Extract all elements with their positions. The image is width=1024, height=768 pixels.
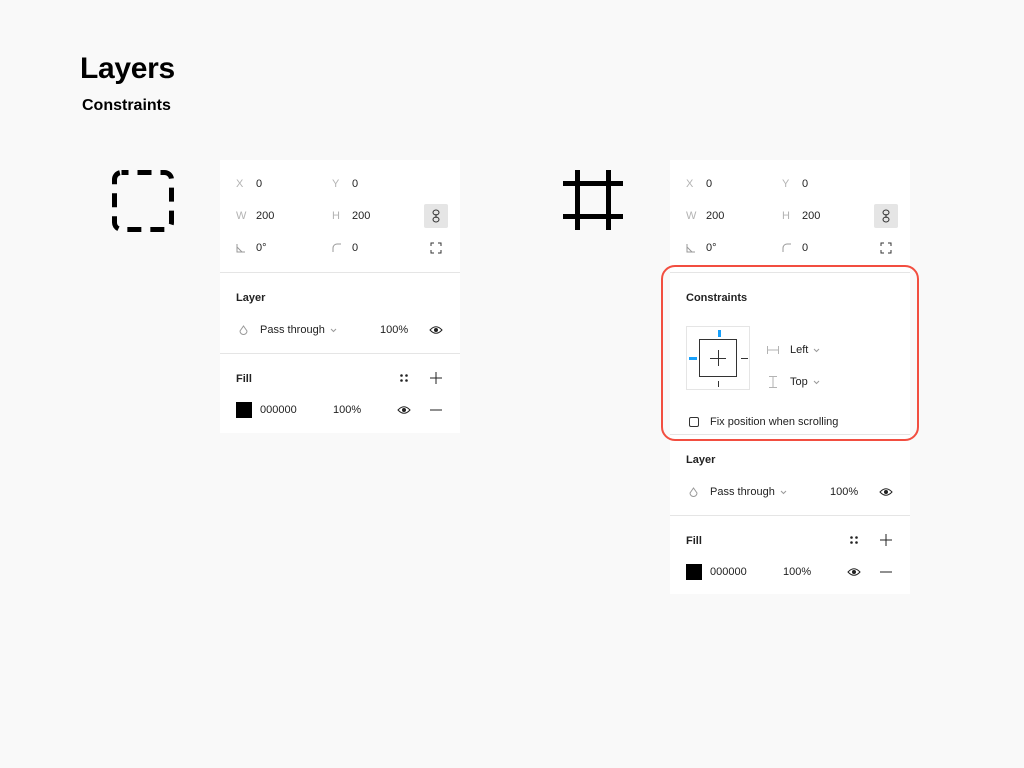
resize-corners-icon[interactable]: [428, 240, 444, 256]
rotation-field[interactable]: 0°: [236, 236, 267, 260]
layer-opacity[interactable]: 100%: [830, 486, 858, 498]
fill-title: Fill: [686, 535, 702, 547]
rotation-value: 0°: [706, 242, 717, 254]
plus-icon[interactable]: [424, 366, 448, 390]
fill-hex[interactable]: 000000: [260, 404, 297, 416]
radius-value: 0: [352, 242, 359, 254]
h-value: 200: [802, 210, 821, 222]
fill-row: 000000 100%: [220, 398, 460, 422]
styles-grid-icon[interactable]: [392, 366, 416, 390]
rotation-value: 0°: [256, 242, 267, 254]
eye-icon[interactable]: [392, 398, 416, 422]
radius-value: 0: [802, 242, 809, 254]
layer-section: Layer Pass through 100%: [220, 273, 460, 354]
corner-angle-icon: [686, 243, 706, 253]
transform-section: X 0 Y 0 W 200 H 200 0° 0: [220, 160, 460, 273]
dashed-frame-icon: [112, 170, 174, 237]
fill-section: Fill 000000 100%: [670, 516, 910, 595]
radius-field[interactable]: 0: [332, 236, 358, 260]
fill-title: Fill: [236, 373, 252, 385]
w-value: 200: [706, 210, 725, 222]
corner-radius-icon: [782, 243, 802, 253]
width-field[interactable]: W 200: [236, 204, 274, 228]
blend-mode-select[interactable]: Pass through: [710, 486, 787, 498]
layer-title: Layer: [686, 454, 716, 466]
layer-section: Layer Pass through 100%: [670, 435, 910, 516]
eye-icon[interactable]: [842, 560, 866, 584]
constraints-highlight: [661, 265, 919, 441]
plus-icon[interactable]: [874, 528, 898, 552]
w-label: W: [236, 210, 247, 222]
x-label: X: [236, 178, 244, 190]
styles-grid-icon[interactable]: [842, 528, 866, 552]
blend-mode-select[interactable]: Pass through: [260, 324, 337, 336]
blend-drop-icon: [689, 486, 698, 498]
eye-icon[interactable]: [424, 318, 448, 342]
x-field[interactable]: X 0: [236, 172, 262, 196]
layer-row: Pass through 100%: [670, 480, 910, 504]
layer-title: Layer: [236, 292, 266, 304]
chevron-down-icon: [330, 328, 337, 333]
corner-angle-icon: [236, 243, 256, 253]
h-label: H: [332, 210, 340, 222]
transform-section: X 0 Y 0 W 200 H 200 0° 0: [670, 160, 910, 273]
link-icon[interactable]: [874, 204, 898, 228]
fill-opacity[interactable]: 100%: [783, 566, 811, 578]
left-properties-panel: X 0 Y 0 W 200 H 200 0° 0 Layer Pass thro…: [220, 160, 460, 433]
fill-row: 000000 100%: [670, 560, 910, 584]
y-field[interactable]: Y 0: [782, 172, 808, 196]
h-value: 200: [352, 210, 371, 222]
page-title: Layers: [80, 52, 175, 85]
h-label: H: [782, 210, 790, 222]
chevron-down-icon: [780, 490, 787, 495]
x-value: 0: [256, 178, 263, 190]
frame-hash-icon: [562, 170, 624, 237]
height-field[interactable]: H 200: [782, 204, 820, 228]
blend-mode-value: Pass through: [710, 486, 775, 498]
x-label: X: [686, 178, 694, 190]
fill-hex[interactable]: 000000: [710, 566, 747, 578]
radius-field[interactable]: 0: [782, 236, 808, 260]
blend-mode-value: Pass through: [260, 324, 325, 336]
layer-opacity[interactable]: 100%: [380, 324, 408, 336]
page-subtitle: Constraints: [82, 97, 171, 114]
minus-icon[interactable]: [424, 398, 448, 422]
x-field[interactable]: X 0: [686, 172, 712, 196]
layer-row: Pass through 100%: [220, 318, 460, 342]
minus-icon[interactable]: [874, 560, 898, 584]
fill-color-swatch[interactable]: [686, 564, 702, 580]
fill-section: Fill 000000 100%: [220, 354, 460, 433]
fill-color-swatch[interactable]: [236, 402, 252, 418]
height-field[interactable]: H 200: [332, 204, 370, 228]
rotation-field[interactable]: 0°: [686, 236, 717, 260]
fill-opacity[interactable]: 100%: [333, 404, 361, 416]
y-value: 0: [802, 178, 809, 190]
x-value: 0: [706, 178, 713, 190]
y-field[interactable]: Y 0: [332, 172, 358, 196]
width-field[interactable]: W 200: [686, 204, 724, 228]
w-value: 200: [256, 210, 275, 222]
y-label: Y: [782, 178, 790, 190]
eye-icon[interactable]: [874, 480, 898, 504]
corner-radius-icon: [332, 243, 352, 253]
w-label: W: [686, 210, 697, 222]
link-icon[interactable]: [424, 204, 448, 228]
y-value: 0: [352, 178, 359, 190]
y-label: Y: [332, 178, 340, 190]
resize-corners-icon[interactable]: [878, 240, 894, 256]
blend-drop-icon: [239, 324, 248, 336]
